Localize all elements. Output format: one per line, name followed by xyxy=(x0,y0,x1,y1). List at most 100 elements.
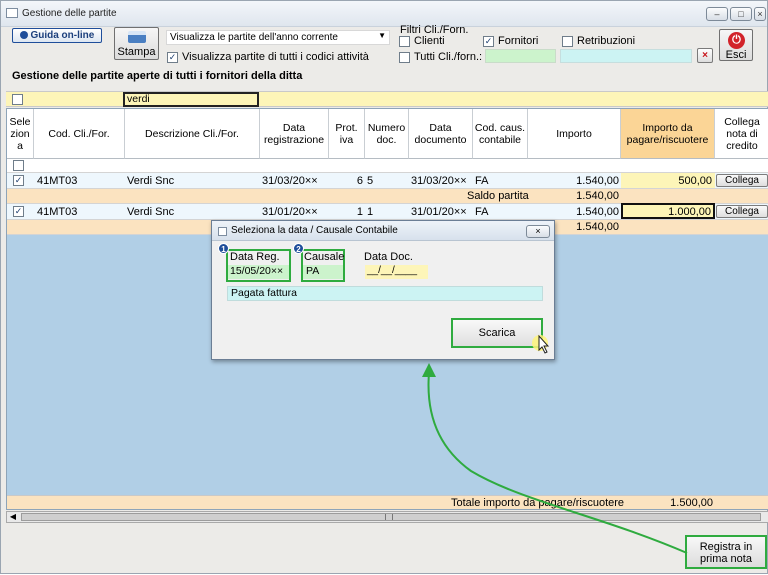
step-1-badge: 1 xyxy=(218,243,229,254)
registra-prima-nota-button[interactable]: Registra in prima nota xyxy=(685,535,767,569)
causale-input[interactable]: PA xyxy=(303,265,343,279)
dialog-window-icon xyxy=(218,227,227,236)
dialog-title-bar: Seleziona la data / Causale Contabile × xyxy=(212,221,554,241)
row-causale: FA xyxy=(475,206,489,218)
scroll-left-arrow[interactable]: ◀ xyxy=(7,512,19,522)
dialog-close-button[interactable]: × xyxy=(526,225,550,238)
row-data-doc: 31/01/20×× xyxy=(411,206,467,218)
chevron-down-icon: ▼ xyxy=(378,31,386,40)
step-2-badge: 2 xyxy=(293,243,304,254)
horizontal-scrollbar[interactable]: ◀ xyxy=(6,511,768,523)
causale-label: Causale xyxy=(304,251,345,263)
row-importo-pagare[interactable]: 1.000,00 xyxy=(621,203,715,219)
guida-online-button[interactable]: Guida on-line xyxy=(12,28,102,43)
row-prot: 6 xyxy=(356,175,363,187)
saldo-value: 1.540,00 xyxy=(576,190,619,202)
row-prot: 1 xyxy=(356,206,363,218)
note-input[interactable]: Pagata fattura xyxy=(227,286,543,301)
fornitori-label: Fornitori xyxy=(498,35,539,47)
data-doc-label: Data Doc. xyxy=(364,251,413,263)
tutti-label: Tutti Cli./forn.: xyxy=(414,51,483,63)
exit-power-icon: ⏻ xyxy=(728,32,745,49)
data-reg-input[interactable]: 15/05/20×× xyxy=(228,265,289,279)
data-reg-label: Data Reg. xyxy=(230,251,280,263)
header-prot: Prot. iva xyxy=(329,109,365,159)
esci-label: Esci xyxy=(725,49,747,61)
guida-icon xyxy=(19,31,28,39)
clienti-label: Clienti xyxy=(414,35,445,47)
date-causale-dialog: Seleziona la data / Causale Contabile × … xyxy=(211,220,555,360)
table-row[interactable]: ✓ 41MT03 Verdi Snc 31/01/20×× 1 1 31/01/… xyxy=(7,203,768,220)
stampa-button[interactable]: Stampa xyxy=(114,27,159,60)
section-title: Gestione delle partite aperte di tutti i… xyxy=(12,70,303,82)
title-bar: Gestione delle partite – □ × xyxy=(1,1,767,27)
view-select[interactable]: Visualizza le partite dell'anno corrente… xyxy=(166,30,390,45)
collega-button[interactable]: Collega xyxy=(716,205,768,218)
empty-row xyxy=(7,159,768,173)
saldo-label: Saldo partita xyxy=(467,190,529,202)
minimize-button[interactable]: – xyxy=(706,7,728,21)
stampa-label: Stampa xyxy=(117,46,156,58)
row-cod: 41MT03 xyxy=(37,175,78,187)
table-row[interactable]: ✓ 41MT03 Verdi Snc 31/03/20×× 6 5 31/03/… xyxy=(7,173,768,189)
row-data-reg: 31/03/20×× xyxy=(262,175,318,187)
clear-x-icon: × xyxy=(702,50,708,61)
header-importo: Importo xyxy=(528,109,621,159)
fornitori-checkbox[interactable]: ✓ xyxy=(483,36,494,47)
row-importo: 1.540,00 xyxy=(576,206,619,218)
clienti-checkbox[interactable] xyxy=(399,36,410,47)
row-descrizione: Verdi Snc xyxy=(127,175,175,187)
header-data-doc: Data documento xyxy=(409,109,473,159)
view-select-value: Visualizza le partite dell'anno corrente xyxy=(170,32,338,43)
header-collega: Collega nota di credito xyxy=(715,109,768,159)
row-select-checkbox[interactable]: ✓ xyxy=(13,175,24,186)
retribuzioni-label: Retribuzioni xyxy=(577,35,636,47)
all-codes-label: Visualizza partite di tutti i codici att… xyxy=(182,51,369,63)
window-icon xyxy=(6,8,18,18)
registra-label: Registra in prima nota xyxy=(699,541,753,565)
maximize-button[interactable]: □ xyxy=(730,7,752,21)
row-numero: 5 xyxy=(367,175,374,187)
filter-select-checkbox[interactable] xyxy=(12,94,23,105)
tutti-checkbox[interactable] xyxy=(399,52,410,63)
row-importo-pagare[interactable]: 500,00 xyxy=(621,173,715,188)
saldo-row: Saldo partita 1.540,00 xyxy=(7,189,768,204)
clear-filter-button[interactable]: × xyxy=(697,48,713,63)
grid-header: Sele zion a Cod. Cli./For. Descrizione C… xyxy=(7,109,768,159)
collega-button[interactable]: Collega xyxy=(716,174,768,187)
scarica-label: Scarica xyxy=(478,327,516,339)
header-data-reg: Data registrazione xyxy=(260,109,329,159)
totale-label: Totale importo da pagare/riscuotere xyxy=(451,497,625,509)
header-cod: Cod. Cli./For. xyxy=(34,109,125,159)
header-numero: Numero doc. xyxy=(365,109,409,159)
guida-online-label: Guida on-line xyxy=(30,30,95,41)
totale-value: 1.500,00 xyxy=(670,497,713,509)
tutti-code-field[interactable] xyxy=(485,49,556,63)
main-window: Gestione delle partite – □ × Guida on-li… xyxy=(0,0,768,574)
totale-row: Totale importo da pagare/riscuotere 1.50… xyxy=(7,495,768,509)
filter-row: verdi xyxy=(6,91,768,107)
printer-icon xyxy=(128,31,146,43)
esci-button[interactable]: ⏻ Esci xyxy=(719,29,753,61)
close-button[interactable]: × xyxy=(754,7,766,21)
toolbar-panel: Guida on-line Stampa Visualizza le parti… xyxy=(1,24,767,90)
row-importo: 1.540,00 xyxy=(576,175,619,187)
retribuzioni-checkbox[interactable] xyxy=(562,36,573,47)
empty-row-checkbox[interactable] xyxy=(13,160,24,171)
cursor-pointer-icon xyxy=(532,334,550,354)
tutti-name-field[interactable] xyxy=(560,49,692,63)
window-title: Gestione delle partite xyxy=(22,8,117,19)
header-causale: Cod. caus. contabile xyxy=(473,109,528,159)
filter-descrizione-input[interactable]: verdi xyxy=(123,92,259,107)
header-descrizione: Descrizione Cli./For. xyxy=(125,109,260,159)
scroll-grip-icon xyxy=(385,514,393,520)
row-cod: 41MT03 xyxy=(37,206,78,218)
row-causale: FA xyxy=(475,175,489,187)
data-doc-input[interactable]: __/__/____ xyxy=(365,265,428,279)
row-select-checkbox[interactable]: ✓ xyxy=(13,206,24,217)
row-data-doc: 31/03/20×× xyxy=(411,175,467,187)
row-data-reg: 31/01/20×× xyxy=(262,206,318,218)
row-descrizione: Verdi Snc xyxy=(127,206,175,218)
header-importo-pagare: Importo da pagare/riscuotere xyxy=(621,109,715,159)
all-codes-checkbox[interactable]: ✓ xyxy=(167,52,178,63)
